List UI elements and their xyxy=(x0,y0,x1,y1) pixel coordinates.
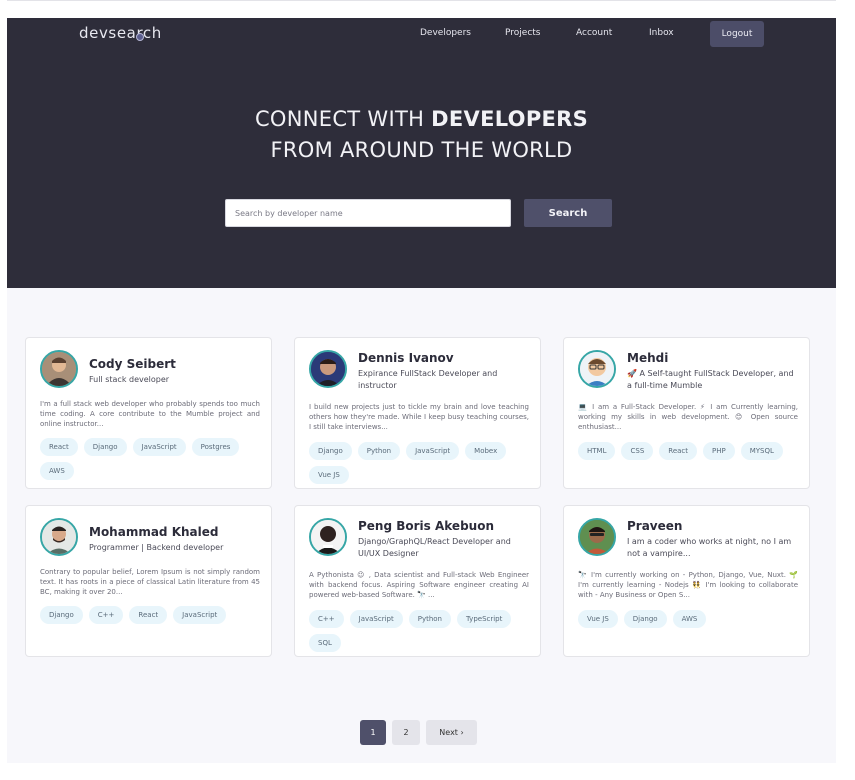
skill-tag: JavaScript xyxy=(349,610,403,628)
developer-card[interactable]: Mehdi 🚀 A Self-taught FullStack Develope… xyxy=(563,337,810,489)
logout-button[interactable]: Logout xyxy=(710,21,764,47)
developer-list: Cody Seibert Full stack developer I'm a … xyxy=(7,288,836,763)
logo-magnifier-icon xyxy=(136,33,144,41)
page-1-button[interactable]: 1 xyxy=(360,720,386,745)
developer-name: Cody Seibert xyxy=(89,357,176,371)
developer-bio: 💻 I am a Full-Stack Developer. ⚡ I am Cu… xyxy=(578,403,798,431)
skill-tag: Django xyxy=(83,438,127,456)
developer-role: Django/GraphQL/React Developer and UI/UX… xyxy=(358,537,511,558)
top-divider xyxy=(7,0,836,1)
avatar xyxy=(578,518,616,556)
brand-logo[interactable]: devsearch xyxy=(79,24,162,42)
navbar: devsearch Developers Projects Account In… xyxy=(7,18,836,48)
developer-bio: I'm a full stack web developer who proba… xyxy=(40,400,260,428)
avatar xyxy=(309,350,347,388)
hero-heading: CONNECT WITH DEVELOPERS xyxy=(7,107,836,131)
skill-tags: Django C++ React JavaScript xyxy=(40,606,264,624)
skill-tag: JavaScript xyxy=(132,438,186,456)
skill-tag: React xyxy=(129,606,168,624)
search-input[interactable] xyxy=(225,199,511,227)
developer-card[interactable]: Dennis Ivanov Expirance FullStack Develo… xyxy=(294,337,541,489)
skill-tag: HTML xyxy=(578,442,616,460)
nav-inbox[interactable]: Inbox xyxy=(649,28,674,38)
skill-tag: Python xyxy=(357,442,401,460)
avatar xyxy=(40,350,78,388)
developer-bio: 🔭 I'm currently working on - Python, Dja… xyxy=(578,571,798,599)
skill-tags: Django Python JavaScript Mobex Vue JS xyxy=(309,442,533,484)
skill-tag: Vue JS xyxy=(309,466,349,484)
developer-card[interactable]: Peng Boris Akebuon Django/GraphQL/React … xyxy=(294,505,541,657)
developer-bio: Contrary to popular belief, Lorem Ipsum … xyxy=(40,568,260,596)
developer-name: Praveen xyxy=(627,519,683,533)
developer-card[interactable]: Mohammad Khaled Programmer | Backend dev… xyxy=(25,505,272,657)
avatar xyxy=(40,518,78,556)
skill-tag: AWS xyxy=(40,462,74,480)
skill-tag: Postgres xyxy=(191,438,240,456)
developer-name: Peng Boris Akebuon xyxy=(358,519,494,533)
skill-tags: React Django JavaScript Postgres AWS xyxy=(40,438,264,480)
skill-tag: TypeScript xyxy=(456,610,512,628)
skill-tag: JavaScript xyxy=(406,442,460,460)
developer-role: Full stack developer xyxy=(89,375,170,384)
skill-tag: React xyxy=(659,442,698,460)
nav-projects[interactable]: Projects xyxy=(505,28,540,38)
hero-subheading: FROM AROUND THE WORLD xyxy=(270,138,573,162)
skill-tag: MYSQL xyxy=(740,442,783,460)
skill-tag: Mobex xyxy=(465,442,507,460)
skill-tag: Vue JS xyxy=(578,610,618,628)
skill-tag: Django xyxy=(40,606,83,624)
skill-tag: CSS xyxy=(621,442,654,460)
developer-role: I am a coder who works at night, no I am… xyxy=(627,537,792,558)
skill-tag: PHP xyxy=(703,442,735,460)
developer-bio: A Pythonista 😉 , Data scientist and Full… xyxy=(309,571,529,599)
developer-name: Mehdi xyxy=(627,351,669,365)
skill-tags: C++ JavaScript Python TypeScript SQL xyxy=(309,610,533,652)
skill-tag: C++ xyxy=(309,610,344,628)
developer-card[interactable]: Cody Seibert Full stack developer I'm a … xyxy=(25,337,272,489)
hero-heading-light: CONNECT WITH xyxy=(254,107,432,131)
developer-role: Programmer | Backend developer xyxy=(89,543,224,552)
developer-card[interactable]: Praveen I am a coder who works at night,… xyxy=(563,505,810,657)
hero-heading-bold: DEVELOPERS xyxy=(431,107,589,131)
developer-role: 🚀 A Self-taught FullStack Developer, and… xyxy=(627,369,794,390)
skill-tag: AWS xyxy=(672,610,707,628)
skill-tag: JavaScript xyxy=(173,606,227,624)
nav-account[interactable]: Account xyxy=(576,28,612,38)
skill-tags: Vue JS Django AWS xyxy=(578,610,802,628)
nav-developers[interactable]: Developers xyxy=(420,28,471,38)
skill-tag: Django xyxy=(309,442,352,460)
page-2-button[interactable]: 2 xyxy=(392,720,420,745)
avatar xyxy=(578,350,616,388)
search-button[interactable]: Search xyxy=(524,199,612,227)
developer-role: Expirance FullStack Developer and instru… xyxy=(358,369,498,390)
skill-tags: HTML CSS React PHP MYSQL xyxy=(578,442,802,460)
developer-bio: I build new projects just to tickle my b… xyxy=(309,403,529,431)
skill-tag: C++ xyxy=(88,606,124,624)
developer-name: Dennis Ivanov xyxy=(358,351,454,365)
hero-section: devsearch Developers Projects Account In… xyxy=(7,18,836,288)
next-page-button[interactable]: Next › xyxy=(426,720,477,745)
skill-tag: SQL xyxy=(309,634,341,652)
skill-tag: React xyxy=(40,438,78,456)
skill-tag: Django xyxy=(623,610,667,628)
avatar xyxy=(309,518,347,556)
skill-tag: Python xyxy=(408,610,451,628)
developer-name: Mohammad Khaled xyxy=(89,525,219,539)
